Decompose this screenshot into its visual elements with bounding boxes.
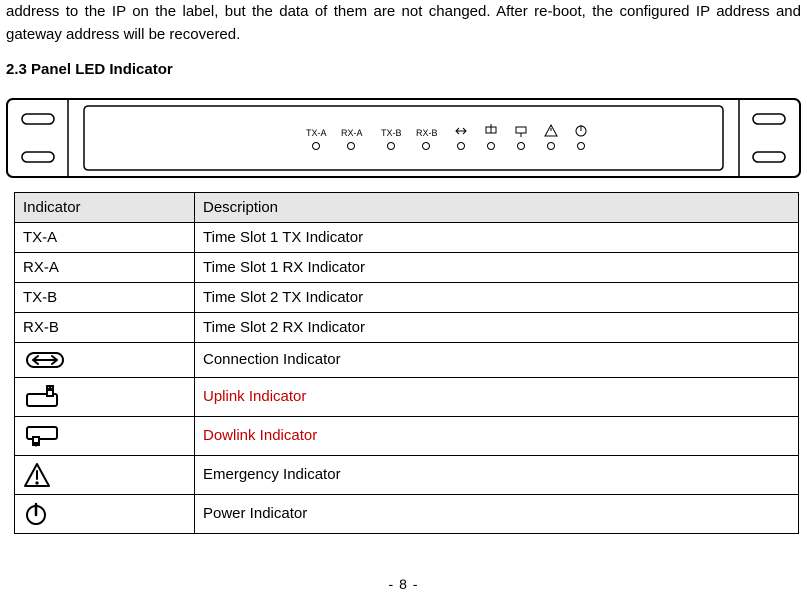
cell-indicator bbox=[15, 342, 195, 377]
cell-description: Dowlink Indicator bbox=[195, 416, 799, 455]
panel-label-rxb: RX-B bbox=[416, 128, 438, 138]
emergency-icon bbox=[23, 462, 51, 488]
page-number: - 8 - bbox=[6, 576, 801, 592]
cell-indicator bbox=[15, 377, 195, 416]
panel-illustration: TX-A RX-A TX-B RX-B bbox=[6, 98, 801, 178]
cell-indicator bbox=[15, 494, 195, 533]
table-row: Connection Indicator bbox=[15, 342, 799, 377]
th-indicator: Indicator bbox=[15, 192, 195, 222]
table-row: Emergency Indicator bbox=[15, 455, 799, 494]
panel-label-rxa: RX-A bbox=[341, 128, 363, 138]
cell-description: Emergency Indicator bbox=[195, 455, 799, 494]
table-row: RX-A Time Slot 1 RX Indicator bbox=[15, 252, 799, 282]
cell-indicator: RX-A bbox=[15, 252, 195, 282]
table-header-row: Indicator Description bbox=[15, 192, 799, 222]
cell-indicator: RX-B bbox=[15, 312, 195, 342]
connection-icon bbox=[23, 349, 67, 371]
cell-description: Connection Indicator bbox=[195, 342, 799, 377]
indicator-table: Indicator Description TX-A Time Slot 1 T… bbox=[14, 192, 799, 534]
table-row: Dowlink Indicator bbox=[15, 416, 799, 455]
intro-paragraph: address to the IP on the label, but the … bbox=[6, 0, 801, 47]
cell-description: Uplink Indicator bbox=[195, 377, 799, 416]
cell-indicator: TX-A bbox=[15, 222, 195, 252]
table-row: TX-B Time Slot 2 TX Indicator bbox=[15, 282, 799, 312]
panel-label-txa: TX-A bbox=[306, 128, 327, 138]
power-icon bbox=[23, 501, 49, 527]
downlink-icon bbox=[23, 423, 63, 449]
cell-description: Power Indicator bbox=[195, 494, 799, 533]
table-row: Uplink Indicator bbox=[15, 377, 799, 416]
panel-label-txb: TX-B bbox=[381, 128, 402, 138]
table-row: TX-A Time Slot 1 TX Indicator bbox=[15, 222, 799, 252]
section-heading: 2.3 Panel LED Indicator bbox=[6, 61, 801, 78]
cell-description: Time Slot 2 TX Indicator bbox=[195, 282, 799, 312]
cell-description: Time Slot 1 RX Indicator bbox=[195, 252, 799, 282]
table-row: RX-B Time Slot 2 RX Indicator bbox=[15, 312, 799, 342]
th-description: Description bbox=[195, 192, 799, 222]
uplink-icon bbox=[23, 384, 63, 410]
table-row: Power Indicator bbox=[15, 494, 799, 533]
cell-description: Time Slot 2 RX Indicator bbox=[195, 312, 799, 342]
cell-indicator: TX-B bbox=[15, 282, 195, 312]
cell-indicator bbox=[15, 455, 195, 494]
cell-description: Time Slot 1 TX Indicator bbox=[195, 222, 799, 252]
cell-indicator bbox=[15, 416, 195, 455]
